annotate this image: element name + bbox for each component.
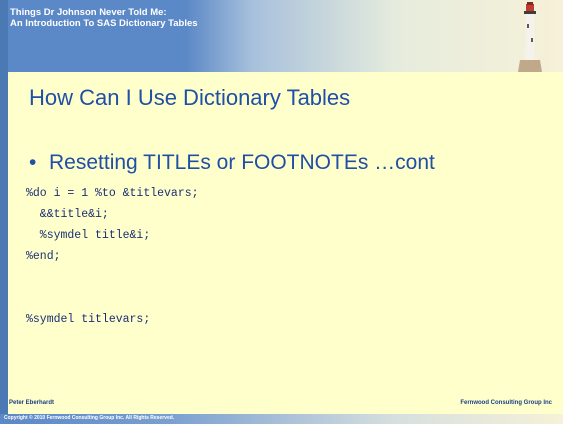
code-block: %do i = 1 %to &titlevars; &&title&i; %sy… [26,183,199,330]
code-line: %end; [26,250,61,263]
bullet-text: Resetting TITLEs or FOOTNOTEs …cont [49,151,435,174]
footer-company: Fernwood Consulting Group Inc [460,400,552,406]
copyright-band: Copyright © 2010 Fernwood Consulting Gro… [0,414,563,424]
code-line: &&title&i; [26,208,109,221]
slide: Things Dr Johnson Never Told Me: An Intr… [0,0,563,424]
slide-heading: How Can I Use Dictionary Tables [29,85,351,110]
copyright-text: Copyright © 2010 Fernwood Consulting Gro… [4,415,175,421]
footer-author: Peter Eberhardt [9,400,55,406]
presentation-title-line1: Things Dr Johnson Never Told Me: [10,7,167,18]
bullet-item: • Resetting TITLEs or FOOTNOTEs …cont [29,150,435,176]
lighthouse-icon [518,2,542,72]
bullet-dot-icon: • [29,151,37,174]
code-line: %symdel titlevars; [26,313,151,326]
left-accent-strip [0,0,8,424]
code-line: %do i = 1 %to &titlevars; [26,187,199,200]
presentation-title: Things Dr Johnson Never Told Me: An Intr… [8,2,230,29]
header-band: Things Dr Johnson Never Told Me: An Intr… [8,0,563,72]
code-line: %symdel title&i; [26,229,151,242]
presentation-title-line2: An Introduction To SAS Dictionary Tables [10,18,198,29]
